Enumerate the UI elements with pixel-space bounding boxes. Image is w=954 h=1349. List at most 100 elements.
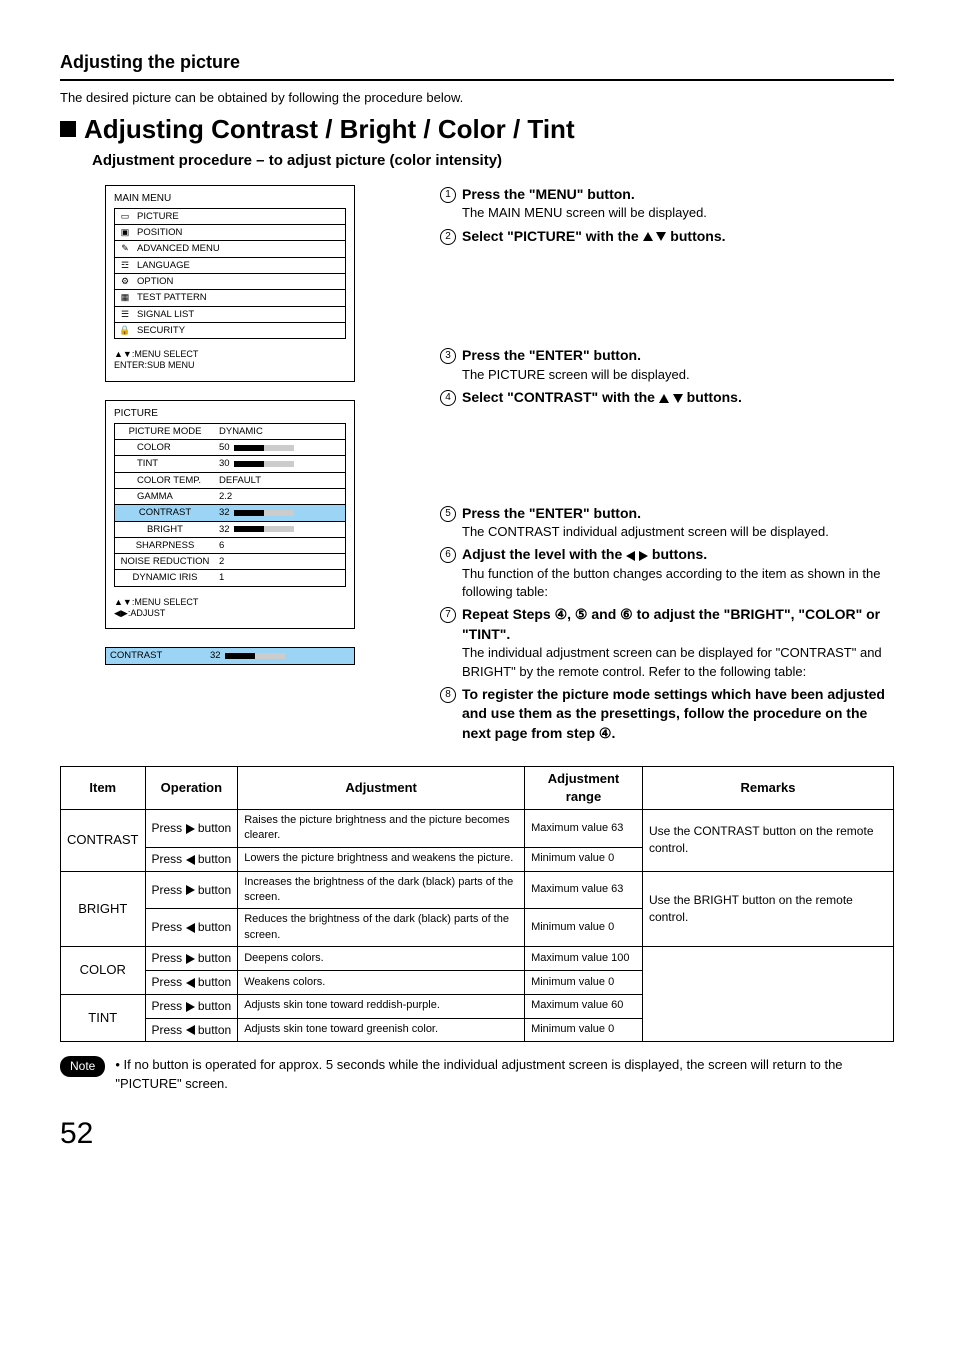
menu-item-label: SECURITY (137, 324, 185, 337)
arrow-right-icon (186, 1002, 195, 1012)
operation-cell: Press button (145, 947, 238, 971)
table-row: BRIGHTPress buttonIncreases the brightne… (61, 871, 894, 909)
square-bullet-icon (60, 121, 76, 137)
menu-hint: ▲▼:MENU SELECT ENTER:SUB MENU (114, 349, 346, 371)
bar-icon (234, 445, 294, 451)
sub-heading: Adjustment procedure – to adjust picture… (92, 150, 894, 171)
table-header: Remarks (642, 766, 893, 809)
arrow-right-icon (186, 885, 195, 895)
item-cell: CONTRAST (61, 809, 146, 871)
bar-icon (234, 510, 294, 516)
adjustment-cell: Reduces the brightness of the dark (blac… (238, 909, 525, 947)
menu-item-label: LANGUAGE (137, 259, 190, 272)
adjustment-table: Item Operation Adjustment Adjustment ran… (60, 766, 894, 1043)
table-row: CONTRASTPress buttonRaises the picture b… (61, 809, 894, 847)
operation-cell: Press button (145, 909, 238, 947)
picture-row: TINT30 (114, 456, 346, 472)
picture-row-label: COLOR (115, 440, 215, 455)
range-cell: Minimum value 0 (525, 970, 643, 994)
adjustment-cell: Weakens colors. (238, 970, 525, 994)
picture-row-value: 32 (215, 505, 345, 520)
picture-row-value: DYNAMIC (215, 424, 345, 439)
contrast-adjust-value: 32 (210, 649, 221, 662)
section-title: Adjusting the picture (60, 50, 894, 81)
step-text: The individual adjustment screen can be … (462, 644, 894, 680)
step-text: Thu function of the button changes accor… (462, 565, 894, 601)
picture-row-value: 2 (215, 554, 345, 569)
position-icon (119, 226, 131, 239)
menu-item-label: PICTURE (137, 210, 179, 223)
picture-menu-hint: ▲▼:MENU SELECT ◀▶:ADJUST (114, 597, 346, 619)
table-header: Item (61, 766, 146, 809)
arrow-down-icon (673, 394, 683, 403)
step-body: Repeat Steps ④, ⑤ and ⑥ to adjust the "B… (462, 605, 894, 681)
menu-item: LANGUAGE (114, 258, 346, 274)
menu-item: POSITION (114, 225, 346, 241)
step-body: Adjust the level with the buttons.Thu fu… (462, 545, 894, 601)
main-heading-text: Adjusting Contrast / Bright / Color / Ti… (84, 114, 575, 144)
step: 5 Press the "ENTER" button.The CONTRAST i… (440, 504, 894, 542)
menu-item-label: POSITION (137, 226, 182, 239)
test-pattern-icon (119, 291, 131, 304)
bar-icon (234, 526, 294, 532)
step-body: Press the "ENTER" button.The PICTURE scr… (462, 346, 894, 384)
arrow-left-icon (186, 1025, 195, 1035)
menu-hint-line: ◀▶:ADJUST (114, 608, 346, 619)
picture-row-value: DEFAULT (215, 473, 345, 488)
adjustment-cell: Increases the brightness of the dark (bl… (238, 871, 525, 909)
step: 4Select "CONTRAST" with the buttons. (440, 388, 894, 408)
step-body: To register the picture mode settings wh… (462, 685, 894, 744)
item-cell: COLOR (61, 947, 146, 995)
step-head: Adjust the level with the buttons. (462, 545, 894, 565)
step: 3Press the "ENTER" button.The PICTURE sc… (440, 346, 894, 384)
menu-item-label: TEST PATTERN (137, 291, 207, 304)
note-badge: Note (60, 1056, 105, 1077)
table-header: Operation (145, 766, 238, 809)
item-cell: BRIGHT (61, 871, 146, 947)
step-head: Repeat Steps ④, ⑤ and ⑥ to adjust the "B… (462, 605, 894, 644)
note-text: • If no button is operated for approx. 5… (115, 1056, 894, 1092)
picture-row-value: 50 (215, 440, 345, 455)
menu-item: ADVANCED MENU (114, 241, 346, 257)
step-body: Press the "ENTER" button.The CONTRAST in… (462, 504, 894, 542)
bar-icon (234, 461, 294, 467)
picture-menu-rows: PICTURE MODEDYNAMICCOLOR50TINT30COLOR TE… (114, 423, 346, 587)
picture-row: DYNAMIC IRIS1 (114, 570, 346, 586)
main-menu-title: MAIN MENU (114, 192, 346, 206)
language-icon (119, 259, 131, 272)
picture-row-label: COLOR TEMP. (115, 473, 215, 488)
menu-item-label: OPTION (137, 275, 173, 288)
menu-item-label: SIGNAL LIST (137, 308, 194, 321)
operation-cell: Press button (145, 1018, 238, 1042)
picture-row: GAMMA2.2 (114, 489, 346, 505)
step-head: Press the "ENTER" button. (462, 346, 894, 366)
step-number-icon: 7 (440, 607, 456, 623)
menu-item: PICTURE (114, 208, 346, 225)
operation-cell: Press button (145, 970, 238, 994)
step-head: Select "PICTURE" with the buttons. (462, 227, 894, 247)
picture-row-label: TINT (115, 456, 215, 471)
steps-column: 1Press the "MENU" button.The MAIN MENU s… (440, 185, 894, 748)
step-number-icon: 5 (440, 506, 456, 522)
adjustment-cell: Raises the picture brightness and the pi… (238, 809, 525, 847)
arrow-right-icon (186, 954, 195, 964)
menu-hint-line: ▲▼:MENU SELECT (114, 349, 346, 360)
step: 1Press the "MENU" button.The MAIN MENU s… (440, 185, 894, 223)
operation-cell: Press button (145, 994, 238, 1018)
picture-row: COLOR TEMP.DEFAULT (114, 473, 346, 489)
adjustment-cell: Adjusts skin tone toward reddish-purple. (238, 994, 525, 1018)
step-number-icon: 8 (440, 687, 456, 703)
table-header-row: Item Operation Adjustment Adjustment ran… (61, 766, 894, 809)
remarks-cell: Use the CONTRAST button on the remote co… (642, 809, 893, 871)
picture-row-value: 6 (215, 538, 345, 553)
arrow-down-icon (656, 232, 666, 241)
arrow-left-icon (186, 923, 195, 933)
step-text: The MAIN MENU screen will be displayed. (462, 204, 894, 222)
picture-row: COLOR50 (114, 440, 346, 456)
range-cell: Maximum value 100 (525, 947, 643, 971)
picture-row-label: PICTURE MODE (115, 424, 215, 439)
picture-row-label: GAMMA (115, 489, 215, 504)
main-menu-items: PICTURE POSITION ADVANCED MENU LANGUAGE … (114, 208, 346, 339)
security-icon (119, 324, 131, 337)
table-row: COLORPress buttonDeepens colors.Maximum … (61, 947, 894, 971)
